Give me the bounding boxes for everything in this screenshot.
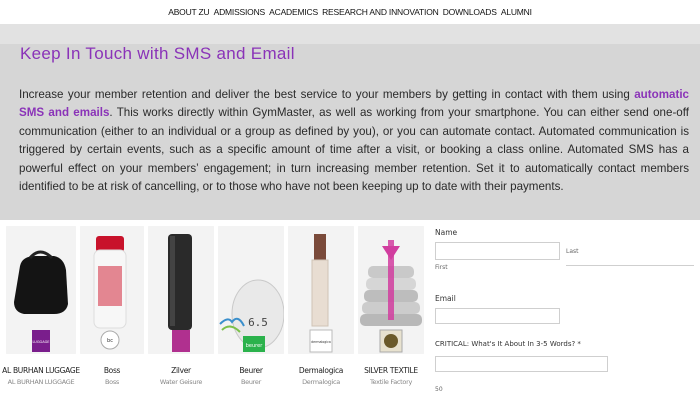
nav-academics[interactable]: ACADEMICS: [269, 0, 318, 17]
product-sub-luggage: AL BURHAN LUGGAGE: [7, 378, 75, 386]
intro-text-start: Increase your member retention and deliv…: [19, 88, 635, 101]
beurer-logo-text: beurer: [246, 343, 263, 349]
top-nav: ABOUT ZU ADMISSIONS ACADEMICS RESEARCH A…: [0, 0, 700, 24]
last-label: Last: [566, 248, 579, 255]
boss-image: bc: [80, 226, 144, 354]
svg-text:6.5: 6.5: [248, 316, 268, 329]
dermalogica-bottle-image: dermalogica: [288, 226, 354, 354]
critical-input[interactable]: [435, 356, 608, 372]
product-sub-silver-textile: Textile Factory: [369, 378, 413, 386]
zilver-bottle-image: [148, 226, 214, 354]
product-name-silver-textile[interactable]: SILVER TEXTILE: [358, 366, 424, 375]
product-card-dermalogica[interactable]: dermalogica: [288, 226, 354, 354]
name-label: Name: [435, 228, 458, 237]
email-input[interactable]: [435, 308, 560, 324]
product-sub-beurer: Beurer: [241, 378, 261, 386]
nav-admissions[interactable]: ADMISSIONS: [214, 0, 266, 17]
product-name-boss[interactable]: Boss: [80, 366, 144, 375]
product-sub-dermalogica: Dermalogica: [302, 378, 340, 386]
nav-downloads[interactable]: DOWNLOADS: [443, 0, 497, 17]
product-card-boss[interactable]: bc: [80, 226, 144, 354]
nav-research[interactable]: RESEARCH AND INNOVATION: [322, 0, 439, 17]
product-card-luggage[interactable]: LUGGAGE: [6, 226, 76, 354]
first-label: First: [435, 264, 448, 271]
dermalogica-logo-text: dermalogica: [311, 340, 331, 344]
product-card-silver-textile[interactable]: [358, 226, 424, 354]
luggage-image: LUGGAGE: [6, 226, 76, 354]
first-name-input[interactable]: [435, 242, 560, 260]
email-label: Email: [435, 294, 456, 303]
last-name-input[interactable]: [566, 258, 694, 266]
intro-text-end: . This works directly within GymMaster, …: [19, 106, 689, 194]
product-name-beurer[interactable]: Beurer: [218, 366, 284, 375]
char-counter: 50: [435, 386, 443, 393]
product-sub-zilver: Water Geisure: [159, 378, 203, 386]
textile-towels-image: [358, 226, 424, 354]
contact-form: Name Last First Email CRITICAL: What's I…: [430, 220, 700, 400]
product-strip: LUGGAGE bc 6.5 beurer dermalogica AL BUR…: [0, 220, 430, 400]
hero-top-band: [0, 24, 700, 44]
product-card-beurer[interactable]: 6.5 beurer: [218, 226, 284, 354]
critical-label: CRITICAL: What's It About In 3-5 Words? …: [435, 340, 581, 348]
boss-logo-text: bc: [107, 338, 113, 344]
product-name-dermalogica[interactable]: Dermalogica: [288, 366, 354, 375]
intro-paragraph: Increase your member retention and deliv…: [19, 86, 689, 196]
product-name-zilver[interactable]: Zilver: [148, 366, 214, 375]
product-name-luggage[interactable]: AL BURHAN LUGGAGE: [2, 366, 80, 375]
product-card-zilver[interactable]: [148, 226, 214, 354]
nav-alumni[interactable]: ALUMNI: [501, 0, 532, 17]
luggage-logo-text: LUGGAGE: [32, 340, 49, 344]
page-title: Keep In Touch with SMS and Email: [20, 44, 295, 63]
product-sub-boss: Boss: [104, 378, 119, 386]
nav-about[interactable]: ABOUT ZU: [168, 0, 209, 17]
beurer-scale-image: 6.5 beurer: [218, 226, 284, 354]
